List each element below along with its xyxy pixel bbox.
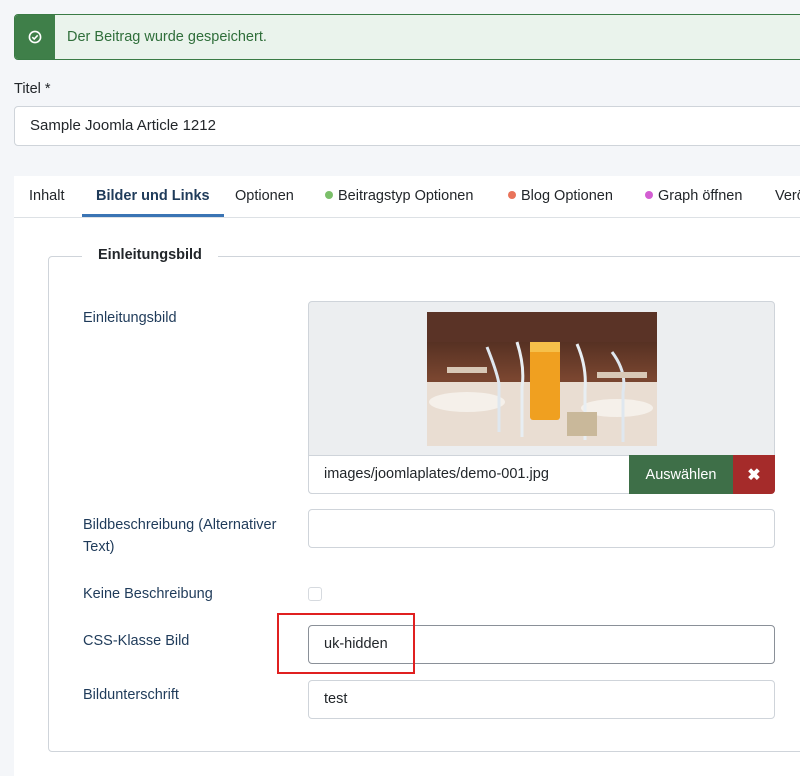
alert-message: Der Beitrag wurde gespeichert. (67, 29, 267, 45)
caption-input[interactable]: test (308, 680, 775, 719)
caption-label: Bildunterschrift (83, 687, 179, 703)
status-dot (325, 191, 333, 199)
image-preview (427, 312, 657, 446)
success-alert: Der Beitrag wurde gespeichert. (14, 14, 800, 60)
tab-optionen[interactable]: Optionen (235, 176, 294, 217)
title-label: Titel * (14, 81, 51, 97)
highlight-box (277, 613, 415, 674)
alt-text-label: Bildbeschreibung (Alternativer Text) (83, 517, 277, 555)
fieldset-legend: Einleitungsbild (82, 247, 218, 263)
image-path-field[interactable]: images/joomlaplates/demo-001.jpg (308, 455, 629, 494)
no-description-label: Keine Beschreibung (83, 586, 213, 602)
status-dot (508, 191, 516, 199)
alt-text-input[interactable] (308, 509, 775, 548)
select-image-button[interactable]: Auswählen (629, 455, 733, 494)
tab-bilder-und-links[interactable]: Bilder und Links (82, 176, 224, 217)
intro-image-label: Einleitungsbild (83, 310, 177, 326)
css-class-label: CSS-Klasse Bild (83, 633, 190, 649)
title-input[interactable]: Sample Joomla Article 1212 (14, 106, 800, 146)
alert-icon-box (15, 15, 55, 59)
check-circle-icon (28, 30, 42, 44)
tab-veroeffentlichung[interactable]: Verö (775, 176, 800, 217)
status-dot (645, 191, 653, 199)
tab-bar: Inhalt Bilder und Links Optionen Beitrag… (14, 176, 800, 218)
clear-image-button[interactable]: ✖ (733, 455, 775, 494)
tab-graph-oeffnen[interactable]: Graph öffnen (645, 176, 742, 217)
tab-blog-optionen[interactable]: Blog Optionen (508, 176, 613, 217)
tab-inhalt[interactable]: Inhalt (29, 176, 64, 217)
tab-beitragstyp-optionen[interactable]: Beitragstyp Optionen (325, 176, 473, 217)
no-description-checkbox[interactable] (308, 587, 322, 601)
close-icon: ✖ (747, 466, 761, 484)
